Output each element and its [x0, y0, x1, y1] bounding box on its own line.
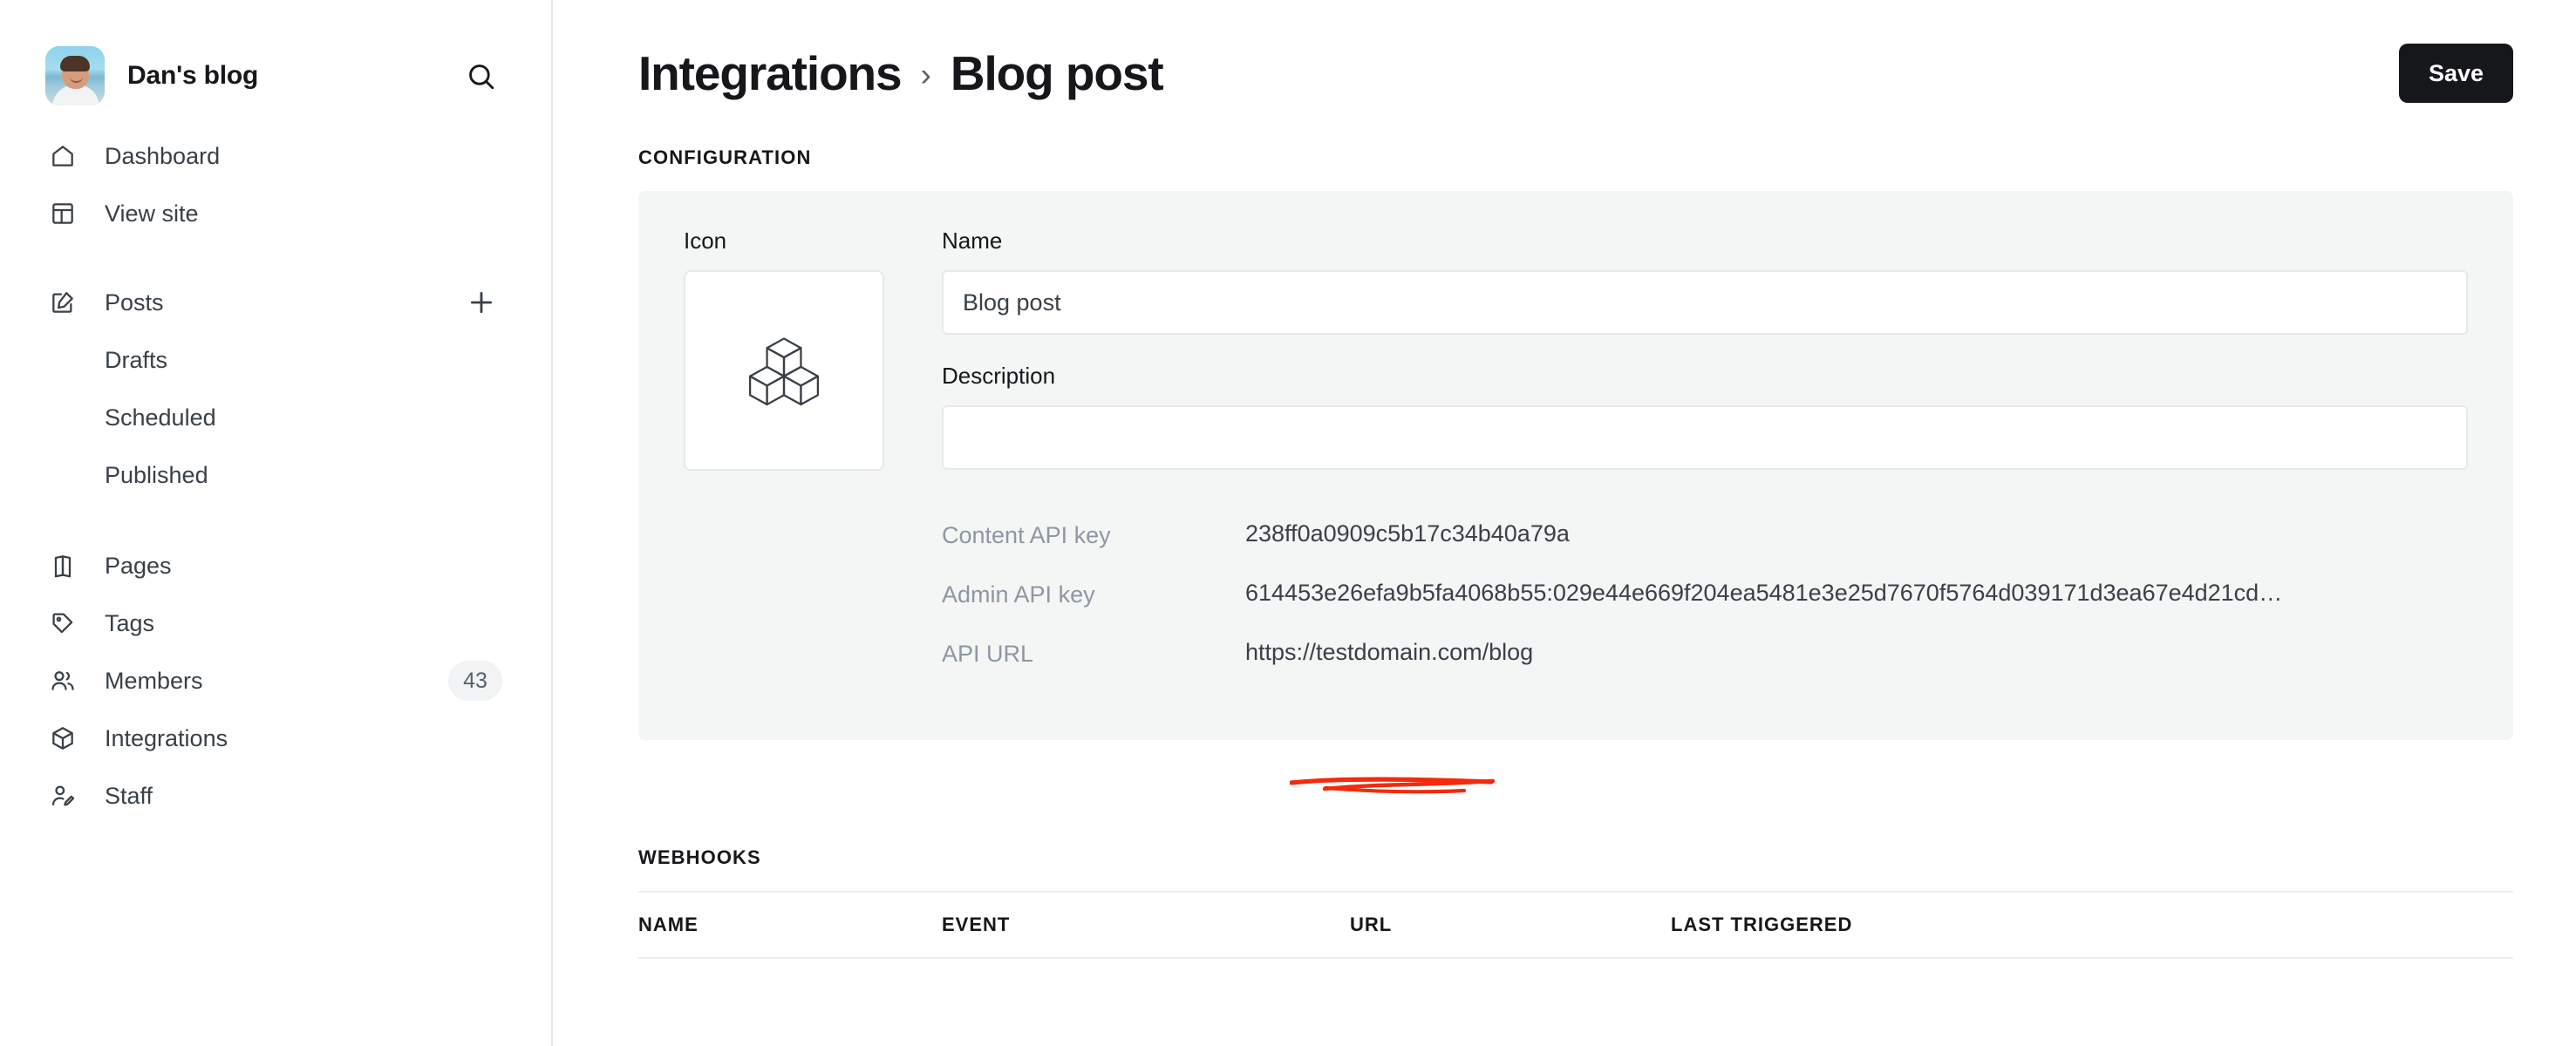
sidebar-item-published[interactable]: Published — [0, 446, 551, 504]
description-field-block: Description — [942, 363, 2468, 470]
column-header-url: URL — [1350, 914, 1393, 935]
column-header-last-triggered: Last triggered — [1671, 914, 1853, 935]
main-content: Integrations › Blog post Save Configurat… — [553, 0, 2576, 1046]
sidebar-item-drafts[interactable]: Drafts — [0, 331, 551, 389]
admin-api-key-value[interactable]: 614453e26efa9b5fa4068b55:029e44e669f204e… — [1245, 580, 2282, 607]
sidebar-item-label: View site — [105, 200, 199, 227]
icon-column: Icon — [684, 228, 884, 698]
sidebar-item-label: Dashboard — [105, 142, 221, 169]
configuration-section-label: Configuration — [638, 146, 812, 168]
sidebar: Dan's blog Dashboard View site Posts Dra… — [0, 0, 553, 1046]
column-header-event: Event — [942, 914, 1011, 935]
chevron-right-icon: › — [920, 57, 931, 92]
cube-icon — [49, 724, 85, 752]
admin-api-key-row: Admin API key 614453e26efa9b5fa4068b55:0… — [942, 580, 2468, 639]
name-field-block: Name — [942, 228, 2468, 335]
sidebar-nav: Dashboard View site Posts Drafts Schedul… — [0, 127, 551, 825]
admin-api-key-label: Admin API key — [942, 581, 1095, 608]
column-header-name: Name — [638, 914, 699, 935]
home-icon — [49, 142, 85, 170]
save-button[interactable]: Save — [2398, 44, 2513, 103]
brand-row[interactable]: Dan's blog — [0, 0, 551, 105]
content-api-key-label: Content API key — [942, 522, 1111, 548]
cubes-icon — [737, 322, 831, 420]
edit-icon — [49, 289, 85, 316]
configuration-card: Icon Name Blog post Description Content … — [638, 191, 2513, 794]
api-url-value[interactable]: https://testdomain.com/blog — [1245, 639, 1533, 666]
api-url-label: API URL — [942, 641, 1034, 667]
webhooks-section-label: Webhooks — [638, 846, 761, 868]
webhooks-section: Webhooks Name Event URL Last triggered — [638, 846, 2513, 959]
app-root: Dan's blog Dashboard View site Posts Dra… — [0, 0, 2576, 1046]
layout-icon — [49, 200, 85, 228]
sidebar-item-label: Published — [105, 461, 208, 488]
tag-icon — [49, 609, 85, 637]
sidebar-item-label: Tags — [105, 609, 155, 636]
members-count-badge: 43 — [448, 661, 502, 701]
sidebar-item-view-site[interactable]: View site — [0, 185, 551, 242]
sidebar-item-tags[interactable]: Tags — [0, 594, 551, 652]
sidebar-item-pages[interactable]: Pages — [0, 537, 551, 594]
name-label: Name — [942, 228, 1003, 254]
icon-label: Icon — [684, 228, 727, 254]
red-underline-annotation — [1290, 777, 1496, 794]
pages-icon — [49, 552, 85, 580]
description-input[interactable] — [942, 405, 2468, 470]
members-icon — [49, 667, 85, 695]
sidebar-item-posts[interactable]: Posts — [0, 274, 551, 331]
sidebar-item-dashboard[interactable]: Dashboard — [0, 127, 551, 185]
content-api-key-row: Content API key 238ff0a0909c5b17c34b40a7… — [942, 520, 2468, 580]
sidebar-item-integrations[interactable]: Integrations — [0, 710, 551, 767]
sidebar-item-label: Staff — [105, 782, 153, 809]
sidebar-item-scheduled[interactable]: Scheduled — [0, 389, 551, 446]
sidebar-item-label: Posts — [105, 289, 164, 316]
page-header: Integrations › Blog post Save — [638, 0, 2513, 146]
avatar — [45, 45, 105, 105]
sidebar-item-label: Scheduled — [105, 404, 216, 431]
api-url-row: API URL https://testdomain.com/blog — [942, 639, 2468, 698]
integration-icon-upload[interactable] — [684, 270, 884, 471]
description-label: Description — [942, 363, 1056, 389]
content-api-key-value[interactable]: 238ff0a0909c5b17c34b40a79a — [1245, 520, 1570, 547]
sidebar-item-label: Members — [105, 667, 203, 694]
fields-column: Name Description Content API key 238ff0a… — [942, 228, 2468, 698]
page-title: Blog post — [950, 46, 1164, 100]
sidebar-item-label: Pages — [105, 552, 172, 579]
breadcrumb-parent[interactable]: Integrations — [638, 45, 903, 101]
name-input[interactable] — [942, 270, 2468, 335]
sidebar-item-label: Drafts — [105, 346, 168, 373]
webhooks-table-header: Name Event URL Last triggered — [638, 891, 2513, 959]
blog-title: Dan's blog — [127, 60, 259, 90]
sidebar-item-members[interactable]: Members 43 — [0, 652, 551, 710]
sidebar-item-staff[interactable]: Staff — [0, 767, 551, 825]
api-keys-list: Content API key 238ff0a0909c5b17c34b40a7… — [942, 520, 2468, 698]
webhooks-table: Name Event URL Last triggered — [638, 891, 2513, 959]
breadcrumb: Integrations › Blog post — [638, 45, 1164, 101]
plus-icon[interactable] — [464, 285, 499, 320]
search-icon[interactable] — [464, 59, 499, 94]
sidebar-item-label: Integrations — [105, 724, 228, 751]
staff-icon — [49, 782, 85, 810]
